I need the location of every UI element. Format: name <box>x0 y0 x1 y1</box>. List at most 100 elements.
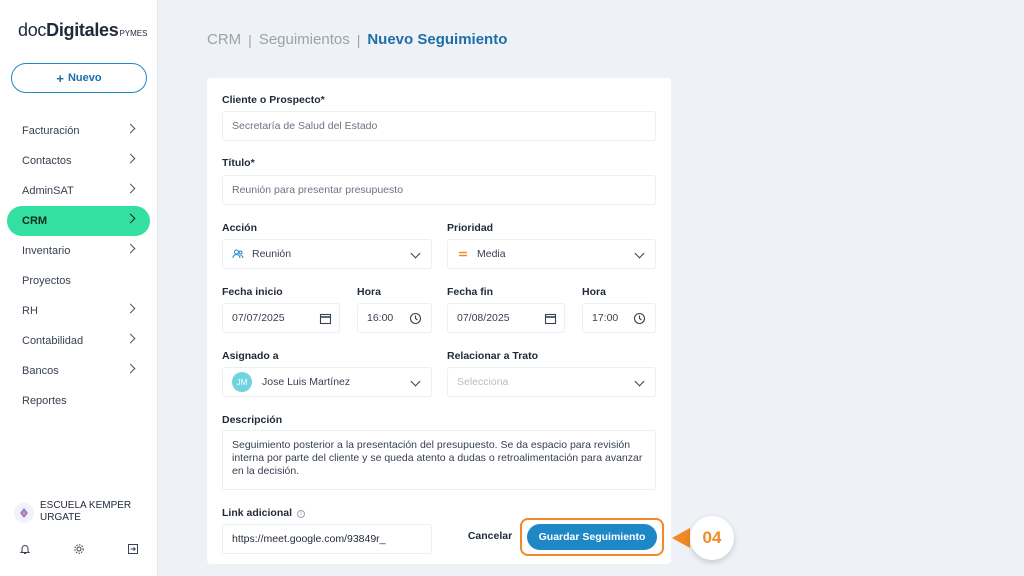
fecha-fin-label: Fecha fin <box>447 286 494 298</box>
new-button[interactable]: + Nuevo <box>11 63 147 93</box>
asignado-select[interactable]: JM Jose Luis Martínez <box>222 367 432 397</box>
chevron-down-icon <box>410 248 421 259</box>
chevron-right-icon <box>125 123 136 134</box>
hora-fin-value: 17:00 <box>592 312 619 324</box>
trato-select[interactable]: Selecciona <box>447 367 656 397</box>
logo-doc: doc <box>18 20 47 40</box>
sidebar-item-crm[interactable]: CRM <box>7 206 150 236</box>
sidebar-item-inventario[interactable]: Inventario <box>0 236 158 266</box>
trato-label: Relacionar a Trato <box>447 350 539 362</box>
breadcrumb-separator: | <box>248 31 252 48</box>
hora-inicio-field[interactable]: 16:00 <box>357 303 432 333</box>
link-label-text: Link adicional <box>222 507 293 519</box>
hora-fin-label: Hora <box>582 286 606 298</box>
gear-icon[interactable] <box>73 542 87 556</box>
new-button-label: Nuevo <box>67 72 102 84</box>
avatar: JM <box>232 372 252 392</box>
page-title: Nuevo Seguimiento <box>367 31 508 48</box>
info-icon[interactable]: i <box>297 510 306 518</box>
sidebar-footer <box>0 542 158 558</box>
fecha-fin-field[interactable]: 07/08/2025 <box>447 303 565 333</box>
sidebar-item-bancos[interactable]: Bancos <box>0 356 158 386</box>
sidebar-item-rh[interactable]: RH <box>0 296 158 326</box>
titulo-value: Reunión para presentar presupuesto <box>232 184 404 196</box>
chevron-down-icon <box>634 376 645 387</box>
chevron-right-icon <box>125 333 136 344</box>
bell-icon[interactable] <box>19 542 33 556</box>
sidebar-item-label: Facturación <box>22 125 80 137</box>
sidebar-item-label: Reportes <box>22 395 67 407</box>
save-button[interactable]: Guardar Seguimiento <box>527 524 657 550</box>
breadcrumb-seguimientos[interactable]: Seguimientos <box>259 31 350 48</box>
sidebar-item-label: Proyectos <box>22 275 71 287</box>
calendar-icon[interactable] <box>544 312 558 326</box>
trato-placeholder: Selecciona <box>457 376 509 388</box>
accion-select[interactable]: Reunión <box>222 239 432 269</box>
priority-medium-icon <box>457 248 469 260</box>
logo-pymes: PYMES <box>119 29 148 38</box>
fecha-inicio-label: Fecha inicio <box>222 286 283 298</box>
sidebar-item-reportes[interactable]: Reportes <box>0 386 158 416</box>
chevron-right-icon <box>125 303 136 314</box>
accion-label: Acción <box>222 222 258 234</box>
sidebar-item-label: Bancos <box>22 365 59 377</box>
cliente-label: Cliente o Prospecto* <box>222 94 325 106</box>
breadcrumb-separator: | <box>356 31 361 48</box>
cliente-value: Secretaría de Salud del Estado <box>232 120 378 132</box>
hora-inicio-label: Hora <box>357 286 381 298</box>
chevron-right-icon <box>125 183 136 194</box>
sidebar-nav: Facturación Contactos AdminSAT CRM Inven… <box>0 116 158 416</box>
asignado-value: Jose Luis Martínez <box>262 376 351 388</box>
sidebar-item-facturacion[interactable]: Facturación <box>0 116 158 146</box>
sidebar-item-proyectos[interactable]: Proyectos <box>0 266 158 296</box>
chevron-down-icon <box>410 376 421 387</box>
prioridad-select[interactable]: Media <box>447 239 656 269</box>
titulo-field[interactable]: Reunión para presentar presupuesto <box>222 175 656 205</box>
sidebar-item-label: Contabilidad <box>22 335 84 347</box>
link-label: Link adicional i <box>222 507 306 519</box>
calendar-icon[interactable] <box>319 312 333 326</box>
chevron-down-icon <box>634 248 645 259</box>
breadcrumb-crm[interactable]: CRM <box>207 31 241 48</box>
hora-fin-field[interactable]: 17:00 <box>582 303 656 333</box>
descripcion-label: Descripción <box>222 414 283 426</box>
sidebar-item-contactos[interactable]: Contactos <box>0 146 158 176</box>
clock-icon[interactable] <box>409 312 423 326</box>
logo[interactable]: doc Digitales PYMES <box>18 20 147 41</box>
asignado-label: Asignado a <box>222 350 279 362</box>
chevron-right-icon <box>125 363 136 374</box>
plus-icon: + <box>56 70 64 86</box>
sidebar-item-label: RH <box>22 305 38 317</box>
clock-icon[interactable] <box>633 312 647 326</box>
users-icon <box>232 248 244 260</box>
sidebar-item-adminsat[interactable]: AdminSAT <box>0 176 158 206</box>
cancel-button[interactable]: Cancelar <box>464 526 516 546</box>
accion-value: Reunión <box>252 248 292 260</box>
logout-icon[interactable] <box>127 542 141 556</box>
sidebar-item-label: AdminSAT <box>22 185 74 197</box>
logo-digitales: Digitales <box>46 20 119 40</box>
breadcrumb: CRM | Seguimientos | Nuevo Seguimiento <box>207 31 507 48</box>
descripcion-textarea[interactable]: Seguimiento posterior a la presentación … <box>222 430 656 490</box>
fecha-inicio-value: 07/07/2025 <box>232 312 285 324</box>
titulo-label: Título* <box>222 157 255 169</box>
cliente-field[interactable]: Secretaría de Salud del Estado <box>222 111 656 141</box>
step-badge: 04 <box>690 516 734 560</box>
fecha-inicio-field[interactable]: 07/07/2025 <box>222 303 340 333</box>
sidebar-item-label: CRM <box>22 215 48 227</box>
callout-arrow-icon <box>672 528 690 548</box>
organization-switcher[interactable]: ESCUELA KEMPER URGATE <box>14 500 140 524</box>
chevron-right-icon <box>125 243 136 254</box>
sidebar-item-label: Contactos <box>22 155 72 167</box>
link-field[interactable]: https://meet.google.com/93849r_ <box>222 524 432 554</box>
sidebar-item-label: Inventario <box>22 245 71 257</box>
sidebar: doc Digitales PYMES + Nuevo Facturación Co… <box>0 0 158 576</box>
link-value: https://meet.google.com/93849r_ <box>232 533 386 545</box>
organization-name: ESCUELA KEMPER URGATE <box>40 500 132 523</box>
fecha-fin-value: 07/08/2025 <box>457 312 510 324</box>
chevron-right-icon <box>125 213 136 224</box>
sidebar-item-contabilidad[interactable]: Contabilidad <box>0 326 158 356</box>
prioridad-label: Prioridad <box>447 222 494 234</box>
prioridad-value: Media <box>477 248 506 260</box>
organization-logo-icon <box>14 503 34 523</box>
